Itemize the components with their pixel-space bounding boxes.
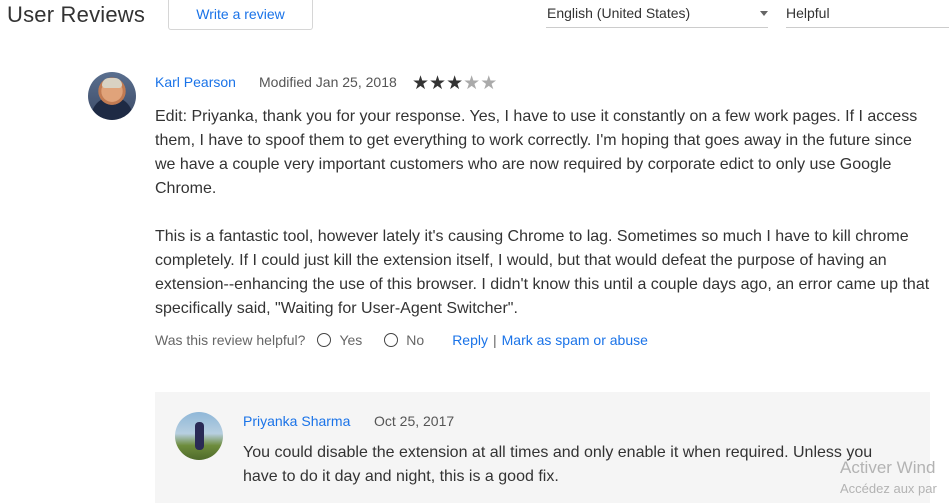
mark-spam-link[interactable]: Mark as spam or abuse xyxy=(502,332,648,348)
page: User Reviews Write a review English (Uni… xyxy=(0,0,949,503)
star-rating: ★★★★★ xyxy=(412,72,497,95)
chevron-down-icon xyxy=(760,11,768,16)
helpful-no-label: No xyxy=(406,332,425,348)
star-icon: ★ xyxy=(480,73,498,94)
activation-watermark: Activer Wind xyxy=(840,458,936,477)
review-paragraph: Edit: Priyanka, thank you for your respo… xyxy=(155,108,918,197)
helpful-yes-radio[interactable]: Yes xyxy=(317,332,362,348)
reply-author[interactable]: Priyanka Sharma xyxy=(243,413,350,429)
reply-date: Oct 25, 2017 xyxy=(374,413,455,429)
language-select[interactable]: English (United States) xyxy=(546,0,768,28)
link-separator: | xyxy=(492,332,497,348)
radio-icon xyxy=(317,333,332,347)
reply-text: You could disable the extension at all t… xyxy=(243,444,873,485)
star-icon: ★ xyxy=(463,73,481,94)
star-icon: ★ xyxy=(412,73,430,94)
review-author[interactable]: Karl Pearson xyxy=(155,74,236,90)
helpful-row: Was this review helpful? Yes No Reply | … xyxy=(155,332,648,348)
review-date: Modified Jan 25, 2018 xyxy=(259,74,397,90)
avatar xyxy=(175,412,223,460)
avatar xyxy=(88,72,136,120)
page-title: User Reviews xyxy=(7,2,146,27)
sort-select[interactable]: Helpful xyxy=(786,0,949,28)
helpful-prompt: Was this review helpful? xyxy=(155,332,306,348)
helpful-no-radio[interactable]: No xyxy=(384,332,424,348)
radio-icon xyxy=(384,333,399,347)
reply-link[interactable]: Reply xyxy=(452,332,488,348)
language-select-value: English (United States) xyxy=(547,5,691,21)
review-paragraph: This is a fantastic tool, however lately… xyxy=(155,228,930,317)
helpful-yes-label: Yes xyxy=(339,332,363,348)
sort-select-value: Helpful xyxy=(786,5,830,21)
activation-watermark-subtitle: Accédez aux par xyxy=(840,481,937,496)
star-icon: ★ xyxy=(446,73,464,94)
write-review-button[interactable]: Write a review xyxy=(168,0,313,30)
star-icon: ★ xyxy=(429,73,447,94)
